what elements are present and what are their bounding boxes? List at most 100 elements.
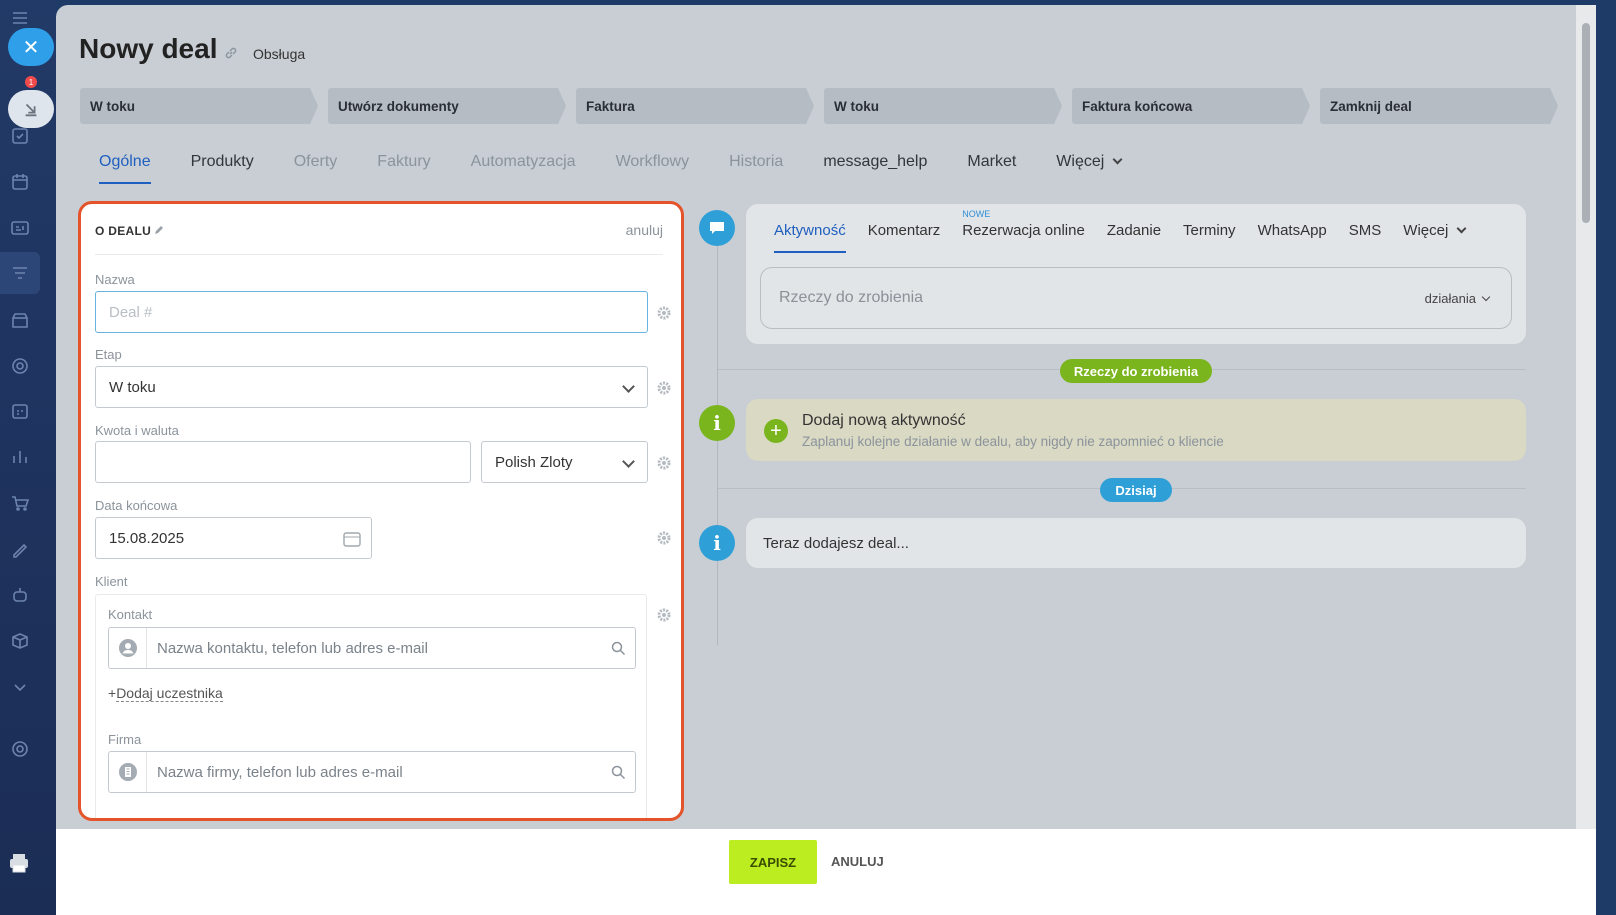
crm-funnel-icon[interactable]	[8, 261, 32, 285]
settings-gear-icon[interactable]	[8, 737, 32, 761]
schedule-icon[interactable]	[8, 399, 32, 423]
tab-market[interactable]: Market	[967, 153, 1016, 171]
search-icon[interactable]	[601, 765, 635, 780]
field-settings-gear-icon[interactable]	[656, 455, 672, 471]
company-label: Firma	[108, 732, 142, 747]
activity-tab-meetings[interactable]: Terminy	[1183, 222, 1236, 239]
close-slider-button[interactable]: ✕	[8, 28, 54, 66]
tab-automation[interactable]: Automatyzacja	[471, 153, 576, 171]
activity-tab-online-booking-label: Rezerwacja online	[962, 222, 1085, 239]
field-settings-gear-icon[interactable]	[656, 607, 672, 623]
client-label: Klient	[95, 574, 128, 589]
today-pill: Dzisiaj	[1100, 478, 1172, 502]
field-settings-gear-icon[interactable]	[656, 530, 672, 546]
tab-quotes[interactable]: Oferty	[294, 153, 338, 171]
stage-select[interactable]: W toku	[95, 366, 648, 408]
add-activity-description: Zaplanuj kolejne działanie w dealu, aby …	[802, 434, 1224, 449]
activity-tab-comment[interactable]: Komentarz	[868, 222, 941, 239]
tab-more[interactable]: Więcej	[1056, 153, 1123, 171]
amount-input[interactable]	[95, 441, 471, 483]
target-icon[interactable]	[8, 354, 32, 378]
company-search-input[interactable]: Nazwa firmy, telefon lub adres e-mail	[108, 751, 636, 793]
robot-icon[interactable]	[8, 583, 32, 607]
deal-details-card: O DEALU anuluj Nazwa Deal # Etap W toku …	[78, 201, 684, 821]
contact-card-icon[interactable]	[8, 216, 32, 240]
activity-tabs: Aktywność Komentarz NOWE Rezerwacja onli…	[774, 209, 1487, 253]
info-icon: i	[699, 525, 735, 561]
pipeline-name[interactable]: Obsługa	[253, 46, 305, 62]
stage-select-value: W toku	[109, 378, 156, 396]
tab-workflows[interactable]: Workflowy	[616, 153, 690, 171]
contact-search-placeholder: Nazwa kontaktu, telefon lub adres e-mail	[157, 639, 428, 657]
tab-general[interactable]: Ogólne	[99, 153, 151, 184]
left-sidebar: 1 ✕	[0, 0, 56, 915]
scrollbar[interactable]	[1576, 5, 1596, 915]
sign-icon[interactable]	[8, 537, 32, 561]
add-participant-label: Dodaj uczestnika	[116, 685, 223, 702]
analytics-icon[interactable]	[8, 445, 32, 469]
chevron-down-icon[interactable]	[8, 675, 32, 699]
notification-badge: 1	[25, 76, 37, 88]
end-date-label: Data końcowa	[95, 498, 178, 513]
add-participant-link[interactable]: +Dodaj uczestnika	[108, 685, 223, 702]
stage-item[interactable]: W toku	[824, 88, 1062, 124]
deal-name-placeholder: Deal #	[109, 303, 153, 321]
cancel-edit-link[interactable]: anuluj	[626, 222, 663, 238]
todo-actions-label: działania	[1424, 291, 1476, 306]
tab-products[interactable]: Produkty	[191, 153, 254, 171]
save-button[interactable]: ZAPISZ	[729, 840, 817, 884]
add-activity-card[interactable]: + Dodaj nową aktywność Zaplanuj kolejne …	[746, 399, 1526, 461]
tasks-icon[interactable]	[8, 124, 32, 148]
stage-item[interactable]: Utwórz dokumenty	[328, 88, 566, 124]
page-title: Nowy deal	[79, 33, 218, 64]
field-settings-gear-icon[interactable]	[656, 380, 672, 396]
activity-tab-more[interactable]: Więcej	[1403, 222, 1467, 239]
end-date-value: 15.08.2025	[109, 529, 185, 547]
print-icon[interactable]	[8, 853, 30, 873]
activity-tab-whatsapp[interactable]: WhatsApp	[1258, 222, 1327, 239]
chevron-down-icon	[1481, 292, 1491, 302]
store-icon[interactable]	[8, 308, 32, 332]
tab-history[interactable]: Historia	[729, 153, 783, 171]
activity-tab-sms[interactable]: SMS	[1349, 222, 1382, 239]
person-icon	[109, 628, 147, 668]
end-date-input[interactable]: 15.08.2025	[95, 517, 372, 559]
cancel-button[interactable]: ANULUJ	[831, 854, 884, 869]
menu-icon[interactable]	[8, 6, 32, 30]
activity-tab-activity[interactable]: Aktywność	[774, 222, 846, 253]
minimize-slider-button[interactable]	[8, 90, 54, 128]
activity-tab-more-label: Więcej	[1403, 222, 1449, 239]
pencil-icon[interactable]	[153, 224, 165, 236]
activity-tab-task[interactable]: Zadanie	[1107, 222, 1161, 239]
activity-tab-online-booking[interactable]: NOWE Rezerwacja online	[962, 209, 1085, 239]
company-search-placeholder: Nazwa firmy, telefon lub adres e-mail	[157, 763, 403, 781]
tab-invoices[interactable]: Faktury	[377, 153, 430, 171]
deal-name-input[interactable]: Deal #	[95, 291, 648, 333]
search-icon[interactable]	[601, 641, 635, 656]
stage-item[interactable]: W toku	[80, 88, 318, 124]
tab-message-help[interactable]: message_help	[823, 153, 927, 171]
calendar-icon[interactable]	[343, 531, 361, 547]
calendar-icon[interactable]	[8, 170, 32, 194]
client-block: Kontakt Nazwa kontaktu, telefon lub adre…	[95, 594, 647, 818]
arrow-down-right-icon	[25, 103, 37, 117]
box-icon[interactable]	[8, 629, 32, 653]
chevron-down-icon	[622, 455, 635, 468]
plus-icon[interactable]: +	[764, 419, 788, 443]
link-icon[interactable]	[224, 46, 238, 60]
scrollbar-thumb[interactable]	[1582, 23, 1590, 223]
contact-search-input[interactable]: Nazwa kontaktu, telefon lub adres e-mail	[108, 627, 636, 669]
deal-tabs: Ogólne Produkty Oferty Faktury Automatyz…	[99, 153, 1161, 184]
stage-label: Etap	[95, 347, 122, 362]
stage-item[interactable]: Faktura	[576, 88, 814, 124]
stage-item[interactable]: Faktura końcowa	[1072, 88, 1310, 124]
todo-input[interactable]: Rzeczy do zrobienia działania	[760, 267, 1512, 329]
currency-select[interactable]: Polish Zloty	[481, 441, 648, 483]
todo-actions-dropdown[interactable]: działania	[1424, 291, 1491, 306]
stage-item[interactable]: Zamknij deal	[1320, 88, 1558, 124]
info-icon: i	[699, 405, 735, 441]
adding-deal-text: Teraz dodajesz deal...	[763, 535, 909, 552]
cart-icon[interactable]	[8, 491, 32, 515]
chevron-down-icon	[622, 380, 635, 393]
field-settings-gear-icon[interactable]	[656, 305, 672, 321]
